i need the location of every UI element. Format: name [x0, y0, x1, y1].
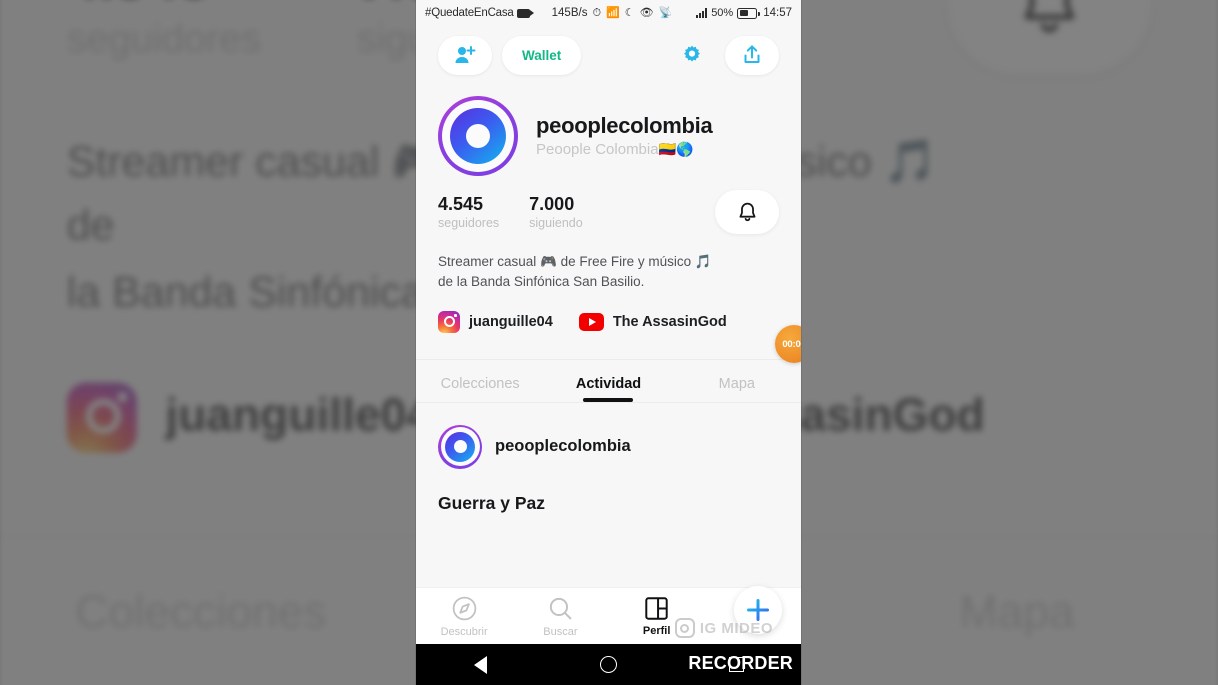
top-action-bar: Wallet — [416, 26, 801, 84]
status-bar-middle-icons: 145B/s ⏱ 📶 ☾ 👁 📡 — [552, 7, 673, 19]
notifications-button[interactable] — [715, 190, 779, 234]
feed-post-author: peooplecolombia — [495, 437, 631, 455]
screen-root: peooplecolombia Peoople Colombia🇨🇴🌎 4.54… — [0, 0, 1218, 685]
profile-header: peooplecolombia Peoople Colombia🇨🇴🌎 — [416, 84, 801, 176]
tab-actividad[interactable]: Actividad — [544, 376, 672, 402]
bell-icon — [739, 202, 755, 221]
nav-item-descubrir[interactable]: Descubrir — [416, 595, 512, 638]
phone-screen: #QuedateEnCasa 145B/s ⏱ 📶 ☾ 👁 📡 50% 14:5… — [416, 0, 801, 685]
profile-tabs: Colecciones Actividad Mapa — [416, 358, 801, 403]
profile-grid-icon — [645, 596, 668, 620]
wifi-icon: 📡 — [658, 6, 673, 19]
gear-icon — [684, 45, 700, 62]
peoople-logo-avatar-icon — [445, 431, 475, 462]
cast-icon: 📶 — [606, 6, 620, 19]
instagram-handle: juanguille04 — [469, 313, 553, 330]
tab-colecciones[interactable]: Colecciones — [416, 376, 544, 402]
nav-item-perfil[interactable]: Perfil — [609, 596, 705, 637]
square-recents-icon — [729, 657, 745, 672]
video-recording-icon — [516, 8, 534, 18]
feed-post-header[interactable]: peooplecolombia — [438, 424, 779, 469]
android-recents-button[interactable] — [673, 657, 801, 672]
nav-label-buscar: Buscar — [543, 625, 578, 638]
android-navigation-bar — [416, 644, 801, 685]
settings-button[interactable] — [675, 38, 709, 72]
alarm-icon: ⏱ — [592, 6, 602, 19]
nav-label-perfil: Perfil — [642, 624, 671, 637]
search-icon — [549, 597, 572, 619]
wallet-label: Wallet — [522, 47, 562, 63]
social-link-youtube[interactable]: The AssasinGod — [578, 312, 727, 331]
battery-icon — [737, 7, 760, 19]
add-user-icon — [455, 46, 476, 63]
profile-username: peooplecolombia — [536, 112, 713, 138]
nav-label-descubrir: Descubrir — [440, 625, 488, 638]
feed-avatar[interactable] — [438, 424, 482, 469]
profile-names: peooplecolombia Peoople Colombia🇨🇴🌎 — [536, 112, 713, 158]
screen-recorder-timer-badge[interactable]: 00:06 — [775, 325, 801, 363]
social-link-instagram[interactable]: juanguille04 — [438, 310, 553, 333]
following-label: siguiendo — [529, 215, 583, 230]
flag-globe-emoji: 🇨🇴🌎 — [658, 141, 694, 158]
avatar-hole — [466, 124, 490, 148]
do-not-disturb-moon-icon: ☾ — [624, 6, 635, 19]
battery-percent-label: 50% — [711, 6, 734, 19]
tab-mapa[interactable]: Mapa — [673, 376, 801, 402]
network-speed-label: 145B/s — [551, 7, 588, 19]
profile-display-name: Peoople Colombia🇨🇴🌎 — [536, 141, 712, 158]
status-bar: #QuedateEnCasa 145B/s ⏱ 📶 ☾ 👁 📡 50% 14:5… — [416, 0, 801, 26]
triangle-back-icon — [473, 655, 487, 674]
youtube-icon — [578, 312, 604, 331]
profile-bio: Streamer casual 🎮 de Free Fire y músico … — [416, 234, 746, 293]
android-home-button[interactable] — [544, 656, 672, 673]
instagram-icon — [438, 310, 460, 333]
display-name-text: Peoople Colombia — [536, 141, 659, 159]
campaign-tag-label: #QuedateEnCasa — [425, 7, 514, 19]
android-back-button[interactable] — [416, 655, 544, 674]
avatar-inner — [442, 100, 514, 172]
bio-line-2: la Banda Sinfónica San Basilio. — [456, 274, 645, 290]
nav-item-buscar[interactable]: Buscar — [512, 595, 608, 638]
circle-home-icon — [599, 656, 617, 673]
stat-following[interactable]: 7.000 siguiendo — [529, 194, 583, 230]
following-count: 7.000 — [529, 194, 575, 215]
signal-bars-icon — [696, 8, 708, 18]
followers-count: 4.545 — [438, 194, 484, 215]
activity-feed: peooplecolombia Guerra y Paz — [416, 403, 801, 514]
status-bar-right-icons: 50% 14:57 — [696, 7, 792, 19]
stat-followers[interactable]: 4.545 seguidores — [438, 194, 499, 230]
profile-stats: 4.545 seguidores 7.000 siguiendo — [416, 176, 801, 234]
add-user-button[interactable] — [438, 35, 492, 75]
share-button[interactable] — [725, 35, 779, 75]
create-post-button[interactable] — [734, 586, 782, 634]
eye-care-icon: 👁 — [639, 6, 654, 19]
plus-icon — [747, 599, 769, 621]
share-icon — [744, 45, 760, 63]
avatar[interactable] — [438, 96, 518, 176]
social-links: juanguille04 The AssasinGod — [416, 293, 801, 333]
clock-label: 14:57 — [763, 7, 792, 19]
compass-icon — [452, 596, 476, 620]
wallet-button[interactable]: Wallet — [502, 35, 582, 75]
followers-label: seguidores — [438, 215, 500, 230]
feed-post-title: Guerra y Paz — [438, 492, 545, 513]
peoople-logo-avatar-icon — [450, 108, 506, 164]
youtube-handle: The AssasinGod — [612, 313, 727, 330]
